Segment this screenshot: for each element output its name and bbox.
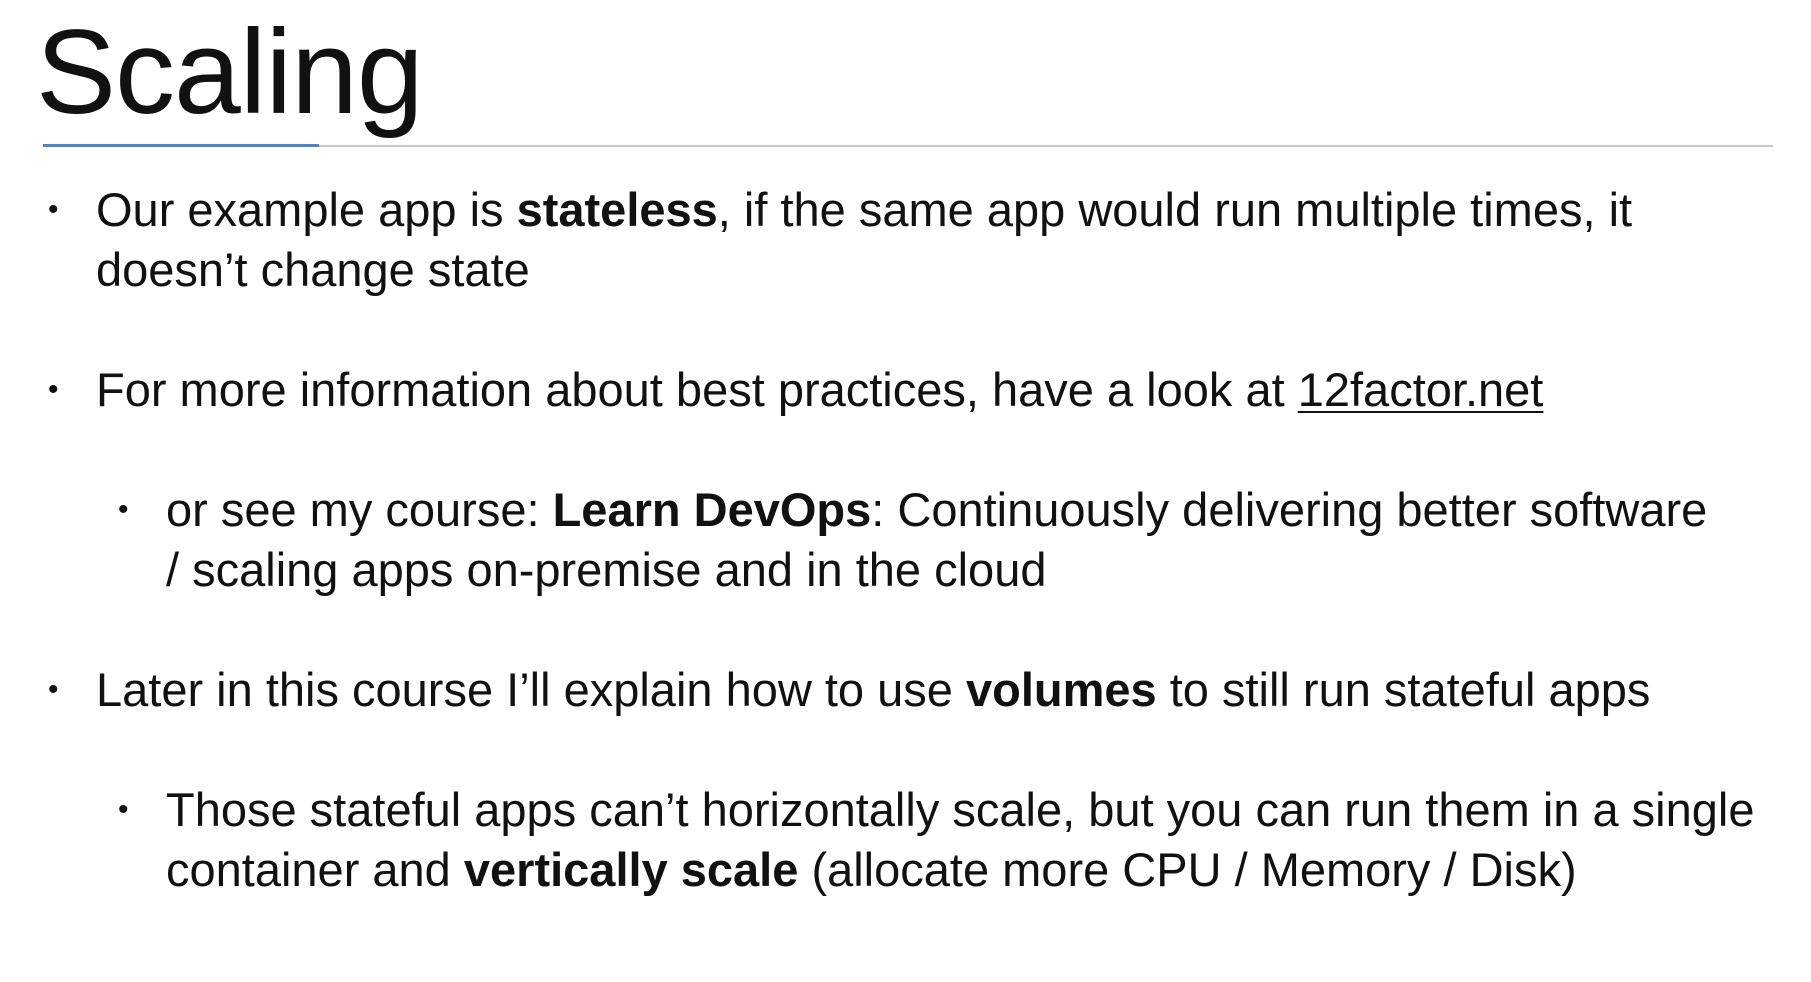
bullet-bold-term: vertically scale: [463, 843, 799, 896]
bullet-text-segment: (allocate more CPU / Memory / Disk): [798, 843, 1577, 896]
bullet-bold-term: volumes: [965, 663, 1157, 716]
bullet-dot-icon: •: [48, 673, 59, 706]
bullet-dot-icon: •: [48, 193, 59, 226]
slide-title: Scaling: [36, 5, 424, 139]
bullet-text-segment: or see my course:: [166, 483, 553, 536]
bullet-text: Those stateful apps can’t horizontally s…: [166, 780, 1758, 900]
bullet-text-segment: For more information about best practice…: [96, 363, 1298, 416]
link-12factor[interactable]: 12factor.net: [1298, 363, 1544, 416]
bullet-dot-icon: •: [118, 493, 129, 526]
bullet-item-stateless: • Our example app is stateless, if the s…: [48, 180, 1788, 300]
bullet-dot-icon: •: [48, 373, 59, 406]
bullet-text: Later in this course I’ll explain how to…: [96, 660, 1808, 720]
bullet-item-best-practices: • For more information about best practi…: [48, 360, 1788, 420]
bullet-bold-term: Learn DevOps: [552, 483, 872, 536]
bullet-text-segment: to still run stateful apps: [1156, 663, 1651, 716]
bullet-dot-icon: •: [118, 793, 129, 826]
bullet-text-segment: Later in this course I’ll explain how to…: [96, 663, 966, 716]
bullet-bold-term: stateless: [516, 183, 718, 236]
slide: Scaling • Our example app is stateless, …: [0, 0, 1811, 982]
title-divider-accent: [43, 144, 319, 147]
bullet-text: or see my course: Learn DevOps: Continuo…: [166, 480, 1718, 600]
sub-bullet-item-vertical-scale: • Those stateful apps can’t horizontally…: [118, 780, 1758, 900]
sub-bullet-item-course: • or see my course: Learn DevOps: Contin…: [118, 480, 1718, 600]
bullet-text: Our example app is stateless, if the sam…: [96, 180, 1788, 300]
bullet-text-segment: Our example app is: [96, 183, 517, 236]
bullet-text: For more information about best practice…: [96, 360, 1788, 420]
bullet-item-volumes: • Later in this course I’ll explain how …: [48, 660, 1808, 720]
